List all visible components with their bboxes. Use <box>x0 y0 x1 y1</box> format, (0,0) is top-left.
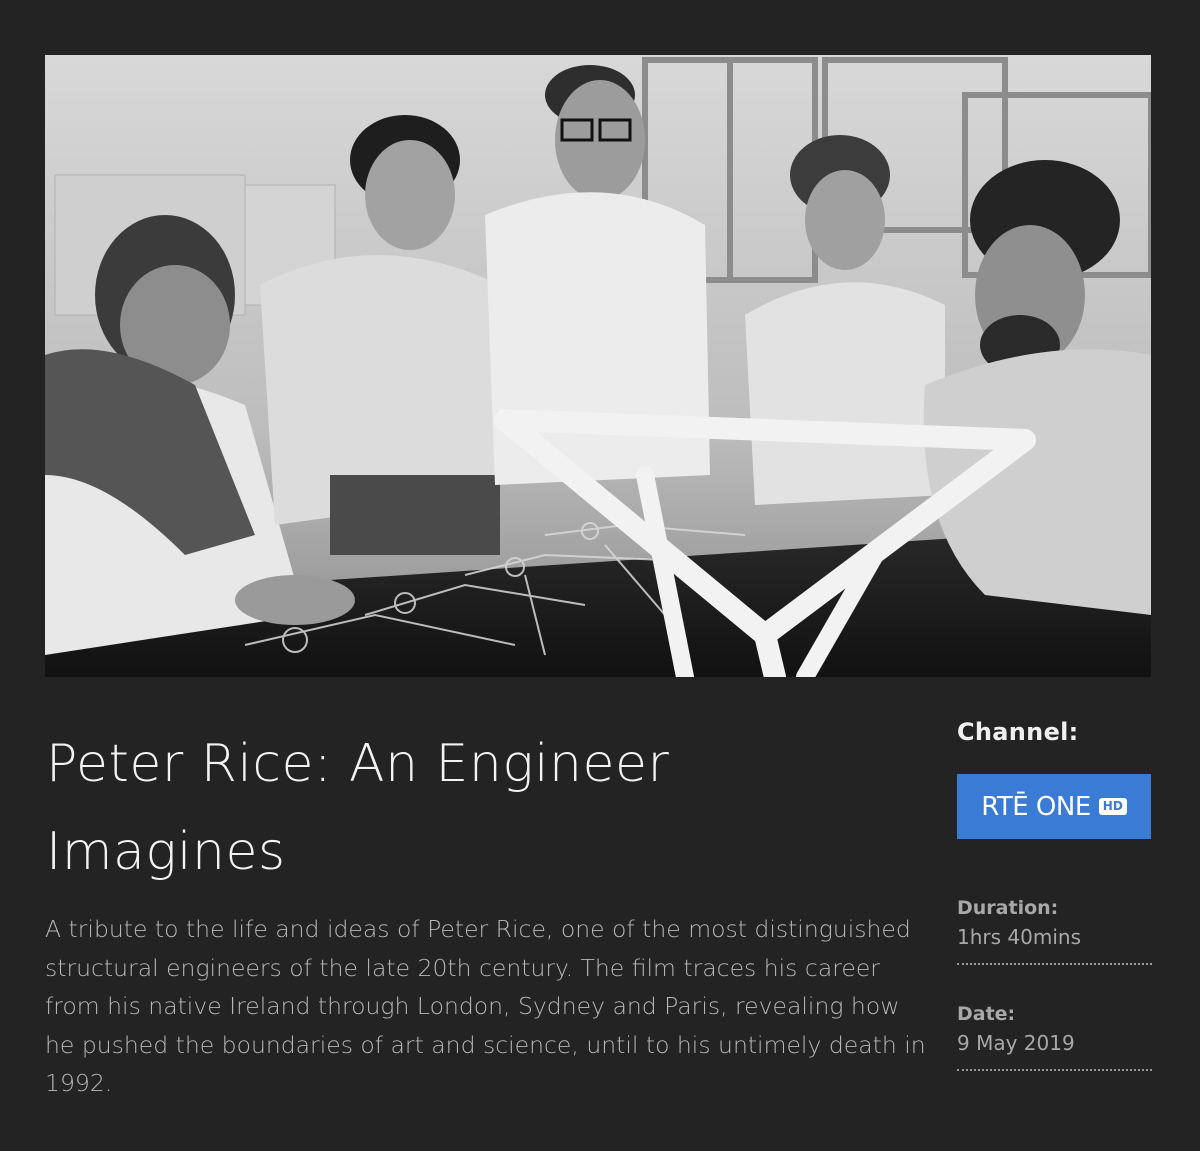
hero-photo <box>45 55 1151 677</box>
channel-logo-text: RTĒ ONE <box>981 791 1091 822</box>
programme-meta: Channel: RTĒ ONE HD Duration: 1hrs 40min… <box>957 718 1152 1071</box>
photo-icon <box>45 55 1151 677</box>
hd-badge: HD <box>1098 798 1127 815</box>
programme-title: Peter Rice: An Engineer Imagines <box>46 734 670 882</box>
duration-value: 1hrs 40mins <box>957 925 1081 949</box>
duration-block: Duration: 1hrs 40mins <box>957 897 1152 965</box>
channel-label: Channel: <box>957 718 1079 746</box>
channel-logo[interactable]: RTĒ ONE HD <box>957 774 1151 839</box>
date-label: Date: <box>957 1003 1016 1025</box>
duration-label: Duration: <box>957 897 1059 919</box>
programme-description: A tribute to the life and ideas of Peter… <box>45 915 926 1097</box>
date-block: Date: 9 May 2019 <box>957 1003 1152 1071</box>
date-value: 9 May 2019 <box>957 1031 1075 1055</box>
